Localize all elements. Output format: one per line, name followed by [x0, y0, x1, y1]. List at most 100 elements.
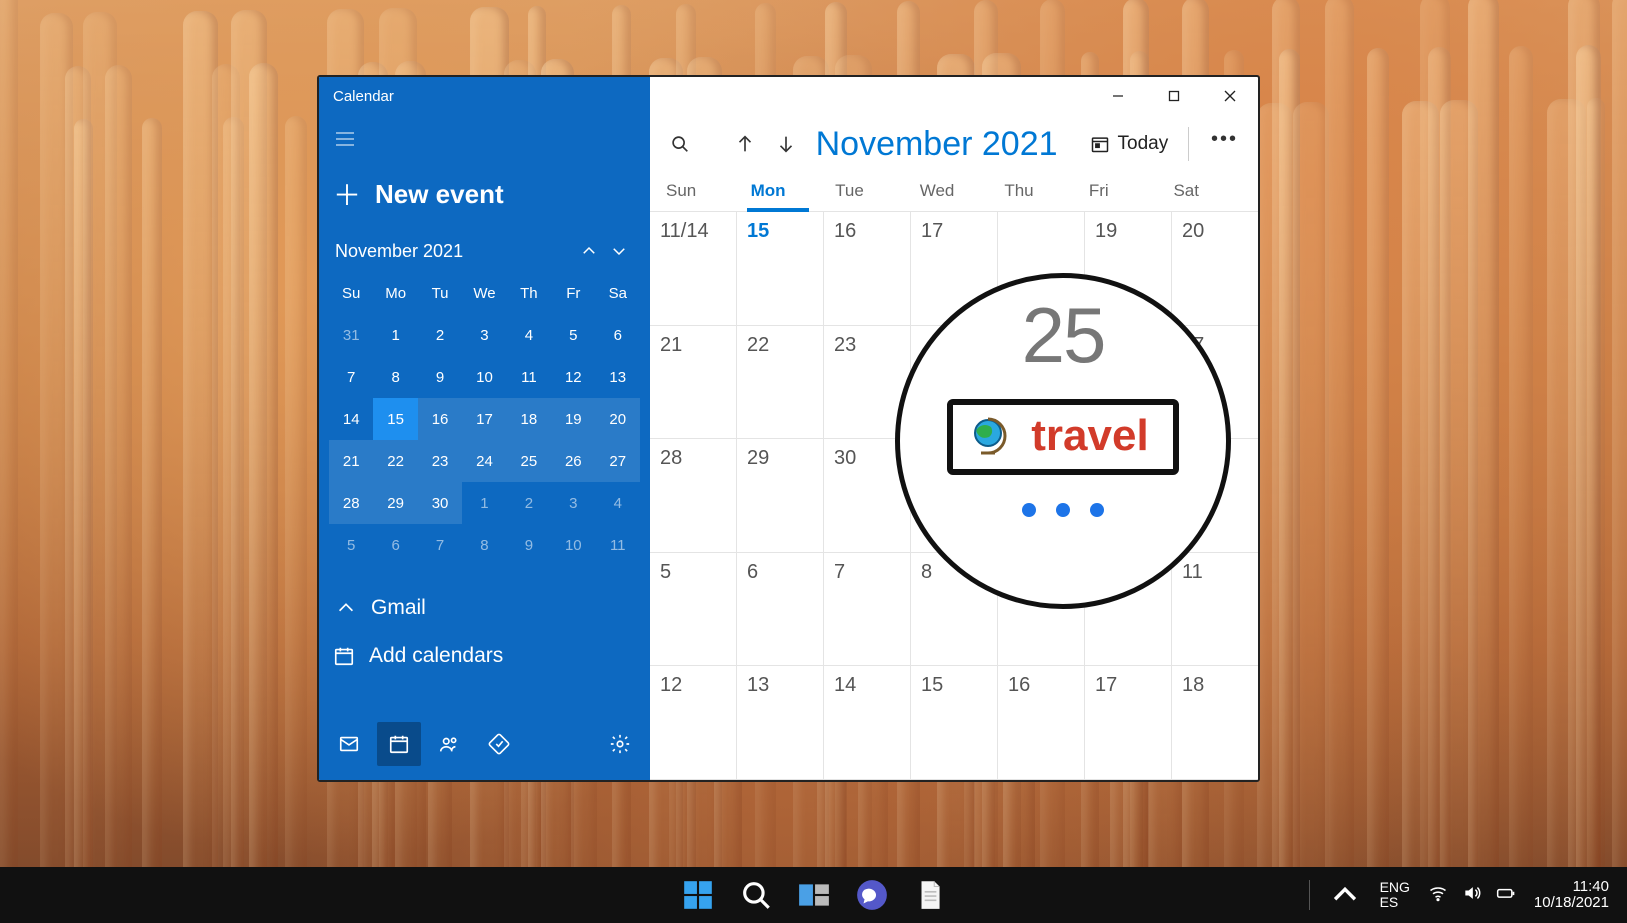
calendar-day-cell[interactable]: 15 — [911, 666, 998, 779]
mini-calendar-day[interactable]: 9 — [507, 524, 551, 566]
mini-calendar-day[interactable]: 10 — [462, 356, 506, 398]
task-view-button[interactable] — [797, 878, 831, 912]
mini-calendar-day[interactable]: 2 — [507, 482, 551, 524]
prev-period-button[interactable] — [727, 123, 762, 165]
zoom-more-events-dots[interactable] — [1022, 503, 1104, 517]
mini-calendar-day[interactable]: 23 — [418, 440, 462, 482]
mini-calendar-day[interactable]: 3 — [551, 482, 595, 524]
volume-button[interactable] — [1462, 883, 1482, 907]
mini-calendar-day[interactable]: 12 — [551, 356, 595, 398]
mini-calendar-day[interactable]: 4 — [507, 314, 551, 356]
mini-calendar-day[interactable]: 7 — [329, 356, 373, 398]
calendar-day-cell[interactable]: 13 — [737, 666, 824, 779]
calendar-day-cell[interactable]: 28 — [650, 439, 737, 552]
calendar-day-cell[interactable]: 16 — [824, 212, 911, 325]
people-nav-button[interactable] — [427, 722, 471, 766]
hamburger-menu-button[interactable] — [319, 115, 650, 156]
calendar-day-cell[interactable]: 5 — [650, 553, 737, 666]
calendar-day-cell[interactable]: 11/14 — [650, 212, 737, 325]
more-options-button[interactable]: ••• — [1203, 128, 1246, 161]
mini-calendar-day[interactable]: 5 — [551, 314, 595, 356]
calendar-day-cell[interactable]: 17 — [1085, 666, 1172, 779]
calendar-day-cell[interactable]: 29 — [737, 439, 824, 552]
battery-button[interactable] — [1496, 883, 1516, 907]
calendar-day-cell[interactable]: 11 — [1172, 553, 1258, 666]
mini-calendar-day[interactable]: 11 — [507, 356, 551, 398]
settings-button[interactable] — [598, 722, 642, 766]
mini-calendar-day[interactable]: 14 — [329, 398, 373, 440]
mini-calendar-day[interactable]: 7 — [418, 524, 462, 566]
zoom-event-chip[interactable]: travel — [947, 399, 1178, 475]
mini-calendar-day[interactable]: 27 — [596, 440, 640, 482]
calendar-day-cell[interactable]: 15 — [737, 212, 824, 325]
mini-calendar-day[interactable]: 3 — [462, 314, 506, 356]
mini-calendar-month-label[interactable]: November 2021 — [335, 241, 463, 262]
next-period-button[interactable] — [768, 123, 803, 165]
document-icon — [913, 878, 947, 912]
language-switcher[interactable]: ENG ES — [1380, 880, 1410, 909]
taskbar: ENG ES 11:40 10/18/2021 — [0, 867, 1627, 923]
mini-calendar-day[interactable]: 24 — [462, 440, 506, 482]
mini-calendar-day[interactable]: 6 — [373, 524, 417, 566]
mini-calendar-day[interactable]: 8 — [373, 356, 417, 398]
start-button[interactable] — [681, 878, 715, 912]
mini-calendar-day[interactable]: 17 — [462, 398, 506, 440]
mini-calendar-day[interactable]: 9 — [418, 356, 462, 398]
mail-nav-button[interactable] — [327, 722, 371, 766]
calendar-nav-button[interactable] — [377, 722, 421, 766]
teams-chat-button[interactable] — [855, 878, 889, 912]
mini-calendar-day[interactable]: 22 — [373, 440, 417, 482]
calendar-day-cell[interactable]: 21 — [650, 326, 737, 439]
mini-calendar-day[interactable]: 15 — [373, 398, 417, 440]
calendar-day-cell[interactable]: 16 — [998, 666, 1085, 779]
window-controls — [650, 77, 1258, 115]
mini-calendar-day[interactable]: 8 — [462, 524, 506, 566]
clock-time: 11:40 — [1573, 879, 1609, 896]
mini-calendar-day[interactable]: 4 — [596, 482, 640, 524]
taskbar-clock[interactable]: 11:40 10/18/2021 — [1534, 879, 1609, 912]
minimize-button[interactable] — [1090, 77, 1146, 115]
mini-calendar-day[interactable]: 30 — [418, 482, 462, 524]
mini-calendar-day[interactable]: 10 — [551, 524, 595, 566]
mini-calendar: SuMoTuWeThFrSa 3112345678910111213141516… — [319, 272, 650, 566]
mini-calendar-day[interactable]: 20 — [596, 398, 640, 440]
mini-calendar-day[interactable]: 28 — [329, 482, 373, 524]
mini-calendar-day[interactable]: 26 — [551, 440, 595, 482]
mini-calendar-day[interactable]: 2 — [418, 314, 462, 356]
calendar-day-cell[interactable]: 20 — [1172, 212, 1258, 325]
calendar-day-cell[interactable]: 14 — [824, 666, 911, 779]
todo-nav-button[interactable] — [477, 722, 521, 766]
calendar-day-cell[interactable]: 18 — [1172, 666, 1258, 779]
mini-calendar-day[interactable]: 31 — [329, 314, 373, 356]
taskbar-search-button[interactable] — [739, 878, 773, 912]
add-calendars-button[interactable]: Add calendars — [319, 626, 650, 686]
mini-calendar-next-button[interactable] — [604, 236, 634, 266]
mini-calendar-day[interactable]: 13 — [596, 356, 640, 398]
calendar-day-cell[interactable]: 22 — [737, 326, 824, 439]
mini-calendar-day[interactable]: 21 — [329, 440, 373, 482]
wifi-button[interactable] — [1428, 883, 1448, 907]
today-button[interactable]: Today — [1090, 133, 1169, 155]
mini-calendar-day[interactable]: 25 — [507, 440, 551, 482]
month-title[interactable]: November 2021 — [810, 125, 1064, 164]
calendar-day-cell[interactable]: 7 — [824, 553, 911, 666]
mini-calendar-day[interactable]: 11 — [596, 524, 640, 566]
mini-calendar-day[interactable]: 16 — [418, 398, 462, 440]
account-toggle-gmail[interactable]: Gmail — [333, 590, 636, 626]
tray-overflow-button[interactable] — [1328, 878, 1362, 912]
close-button[interactable] — [1202, 77, 1258, 115]
file-explorer-button[interactable] — [913, 878, 947, 912]
calendar-day-cell[interactable]: 12 — [650, 666, 737, 779]
mini-calendar-day[interactable]: 18 — [507, 398, 551, 440]
mini-calendar-day[interactable]: 1 — [373, 314, 417, 356]
mini-calendar-day[interactable]: 6 — [596, 314, 640, 356]
mini-calendar-day[interactable]: 5 — [329, 524, 373, 566]
search-button[interactable] — [662, 123, 697, 165]
maximize-button[interactable] — [1146, 77, 1202, 115]
calendar-day-cell[interactable]: 6 — [737, 553, 824, 666]
mini-calendar-day[interactable]: 29 — [373, 482, 417, 524]
new-event-button[interactable]: ＋ New event — [319, 156, 650, 218]
mini-calendar-prev-button[interactable] — [574, 236, 604, 266]
mini-calendar-day[interactable]: 19 — [551, 398, 595, 440]
mini-calendar-day[interactable]: 1 — [462, 482, 506, 524]
